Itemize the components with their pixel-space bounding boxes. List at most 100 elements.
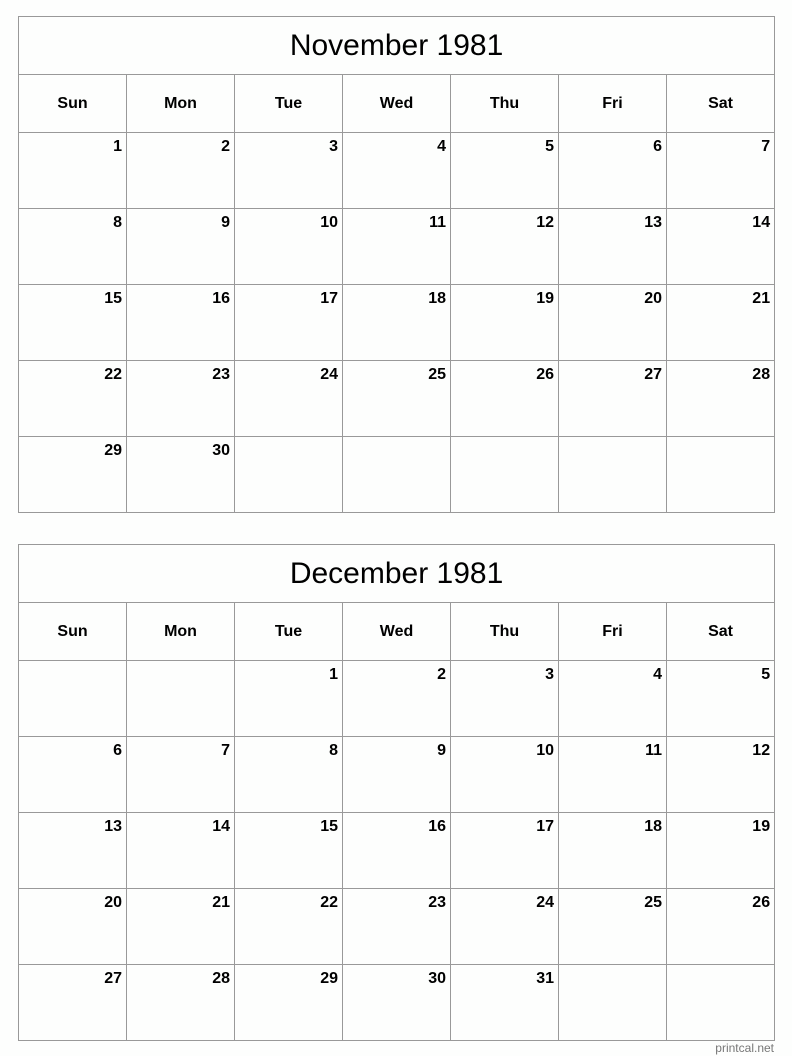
- day-number: 6: [113, 742, 122, 759]
- day-cell[interactable]: 8: [18, 208, 127, 285]
- day-number: 29: [320, 970, 338, 987]
- day-cell[interactable]: 20: [18, 888, 127, 965]
- day-cell[interactable]: 8: [234, 736, 343, 813]
- day-cell[interactable]: 9: [126, 208, 235, 285]
- day-number: 18: [644, 818, 662, 835]
- day-number: 28: [212, 970, 230, 987]
- day-cell[interactable]: 19: [450, 284, 559, 361]
- day-cell[interactable]: 14: [665, 208, 776, 285]
- day-cell[interactable]: 17: [234, 284, 343, 361]
- day-cell[interactable]: 12: [665, 736, 776, 813]
- day-cell[interactable]: 14: [126, 812, 235, 889]
- day-cell[interactable]: 30: [126, 436, 235, 513]
- day-cell[interactable]: 21: [126, 888, 235, 965]
- weekday-header: Sun: [18, 74, 127, 133]
- week-row: 6 7 8 9 10 11 12: [18, 736, 776, 813]
- day-cell[interactable]: 28: [126, 964, 235, 1041]
- day-cell[interactable]: 30: [342, 964, 451, 1041]
- day-number: 17: [320, 290, 338, 307]
- day-cell[interactable]: 10: [234, 208, 343, 285]
- day-cell[interactable]: 13: [18, 812, 127, 889]
- day-cell[interactable]: [18, 660, 127, 737]
- day-cell[interactable]: 24: [450, 888, 559, 965]
- day-number: 3: [329, 138, 338, 155]
- day-cell[interactable]: 7: [665, 132, 776, 209]
- day-number: 15: [320, 818, 338, 835]
- day-cell[interactable]: [126, 660, 235, 737]
- day-cell[interactable]: 25: [558, 888, 667, 965]
- day-number: 25: [428, 366, 446, 383]
- day-cell[interactable]: [234, 436, 343, 513]
- day-cell[interactable]: 2: [342, 660, 451, 737]
- day-cell[interactable]: 25: [342, 360, 451, 437]
- day-number: 4: [437, 138, 446, 155]
- day-cell[interactable]: 7: [126, 736, 235, 813]
- day-cell[interactable]: 4: [342, 132, 451, 209]
- weekday-header: Sun: [18, 602, 127, 661]
- day-cell[interactable]: 18: [558, 812, 667, 889]
- day-cell[interactable]: 26: [665, 888, 776, 965]
- day-cell[interactable]: [665, 964, 776, 1041]
- day-number: 27: [104, 970, 122, 987]
- day-cell[interactable]: 11: [558, 736, 667, 813]
- day-cell[interactable]: 10: [450, 736, 559, 813]
- day-cell[interactable]: 6: [18, 736, 127, 813]
- day-number: 18: [428, 290, 446, 307]
- day-number: 5: [761, 666, 771, 683]
- day-cell[interactable]: 1: [18, 132, 127, 209]
- day-number: 7: [221, 742, 230, 759]
- day-cell[interactable]: 5: [665, 660, 776, 737]
- day-cell[interactable]: [558, 964, 667, 1041]
- week-row: 29 30: [18, 436, 776, 513]
- day-cell[interactable]: 5: [450, 132, 559, 209]
- weekday-header: Wed: [342, 74, 451, 133]
- day-cell[interactable]: [342, 436, 451, 513]
- day-cell[interactable]: 16: [342, 812, 451, 889]
- day-number: 7: [761, 138, 771, 155]
- day-cell[interactable]: 26: [450, 360, 559, 437]
- day-cell[interactable]: 1: [234, 660, 343, 737]
- day-cell[interactable]: 24: [234, 360, 343, 437]
- day-number: 31: [536, 970, 554, 987]
- day-cell[interactable]: [558, 436, 667, 513]
- day-cell[interactable]: 13: [558, 208, 667, 285]
- day-cell[interactable]: [450, 436, 559, 513]
- day-cell[interactable]: 19: [665, 812, 776, 889]
- day-cell[interactable]: 22: [18, 360, 127, 437]
- day-number: 28: [752, 366, 771, 383]
- day-cell[interactable]: 15: [18, 284, 127, 361]
- day-cell[interactable]: 9: [342, 736, 451, 813]
- day-cell[interactable]: 20: [558, 284, 667, 361]
- day-cell[interactable]: 27: [558, 360, 667, 437]
- day-cell[interactable]: 31: [450, 964, 559, 1041]
- day-cell[interactable]: 29: [234, 964, 343, 1041]
- day-number: 24: [536, 894, 554, 911]
- day-cell[interactable]: 6: [558, 132, 667, 209]
- day-cell[interactable]: 4: [558, 660, 667, 737]
- day-cell[interactable]: 23: [342, 888, 451, 965]
- day-cell[interactable]: 18: [342, 284, 451, 361]
- weekday-header: Sat: [665, 74, 776, 133]
- day-cell[interactable]: 28: [665, 360, 776, 437]
- day-cell[interactable]: 27: [18, 964, 127, 1041]
- day-number: 19: [752, 818, 771, 835]
- day-cell[interactable]: 17: [450, 812, 559, 889]
- day-cell[interactable]: 16: [126, 284, 235, 361]
- day-number: 30: [428, 970, 446, 987]
- day-cell[interactable]: 23: [126, 360, 235, 437]
- day-number: 5: [545, 138, 554, 155]
- day-cell[interactable]: 15: [234, 812, 343, 889]
- day-cell[interactable]: [665, 436, 776, 513]
- day-cell[interactable]: 12: [450, 208, 559, 285]
- weekday-header: Tue: [234, 602, 343, 661]
- day-cell[interactable]: 11: [342, 208, 451, 285]
- day-cell[interactable]: 29: [18, 436, 127, 513]
- weekday-header: Tue: [234, 74, 343, 133]
- day-cell[interactable]: 2: [126, 132, 235, 209]
- day-number: [770, 445, 774, 450]
- day-cell[interactable]: 21: [665, 284, 776, 361]
- day-cell[interactable]: 3: [234, 132, 343, 209]
- day-cell[interactable]: 22: [234, 888, 343, 965]
- day-number: 25: [644, 894, 662, 911]
- day-cell[interactable]: 3: [450, 660, 559, 737]
